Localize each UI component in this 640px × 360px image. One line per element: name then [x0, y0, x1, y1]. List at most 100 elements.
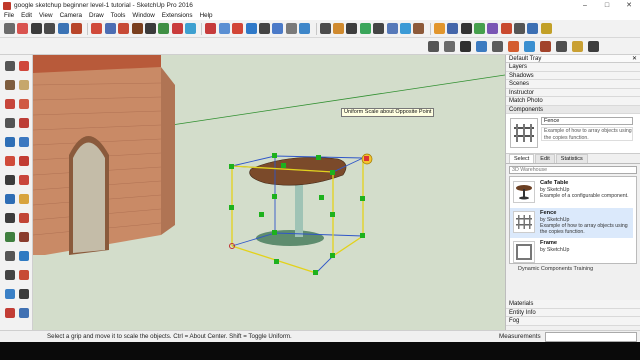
toolbar-tool-icon[interactable]	[245, 23, 257, 34]
toolbar-tool-icon[interactable]	[386, 23, 398, 34]
toolbar-tool-icon[interactable]	[540, 23, 552, 34]
toolbar-tool-icon[interactable]	[346, 23, 358, 34]
large-toolset-icon[interactable]	[19, 99, 29, 109]
menu-window[interactable]: Window	[132, 12, 154, 19]
toolbar-tool-icon[interactable]	[118, 23, 130, 34]
menu-draw[interactable]: Draw	[89, 12, 104, 19]
section-fog[interactable]: Fog	[506, 317, 640, 326]
view-tool-icon[interactable]	[588, 41, 599, 52]
large-toolset-icon[interactable]	[5, 232, 15, 242]
maximize-button[interactable]: □	[596, 0, 618, 11]
toolbar-tool-icon[interactable]	[272, 23, 284, 34]
toolbar-tool-icon[interactable]	[319, 23, 331, 34]
view-tool-icon[interactable]	[556, 41, 567, 52]
large-toolset-icon[interactable]	[5, 289, 15, 299]
toolbar-tool-icon[interactable]	[232, 23, 244, 34]
warehouse-search-input[interactable]: 3D Warehouse	[509, 166, 637, 174]
large-toolset-icon[interactable]	[5, 99, 15, 109]
toolbar-tool-icon[interactable]	[332, 23, 344, 34]
large-toolset-icon[interactable]	[19, 289, 29, 299]
toolbar-tool-icon[interactable]	[44, 23, 56, 34]
toolbar-tool-icon[interactable]	[373, 23, 385, 34]
large-toolset-icon[interactable]	[5, 175, 15, 185]
toolbar-tool-icon[interactable]	[70, 23, 82, 34]
section-layers[interactable]: Layers	[506, 63, 640, 72]
toolbar-tool-icon[interactable]	[433, 23, 445, 34]
toolbar-tool-icon[interactable]	[460, 23, 472, 34]
toolbar-tool-icon[interactable]	[299, 23, 311, 34]
tab-edit[interactable]: Edit	[535, 154, 555, 163]
section-components[interactable]: Components	[506, 105, 640, 114]
tab-statistics[interactable]: Statistics	[555, 154, 588, 163]
large-toolset-icon[interactable]	[19, 156, 29, 166]
menu-help[interactable]: Help	[200, 12, 213, 19]
view-tool-icon[interactable]	[476, 41, 487, 52]
component-name-field[interactable]: Fence	[541, 117, 633, 125]
toolbar-tool-icon[interactable]	[30, 23, 42, 34]
large-toolset-icon[interactable]	[19, 308, 29, 318]
menu-tools[interactable]: Tools	[111, 12, 126, 19]
menu-view[interactable]: View	[39, 12, 53, 19]
large-toolset-icon[interactable]	[19, 80, 29, 90]
large-toolset-icon[interactable]	[19, 270, 29, 280]
menu-extensions[interactable]: Extensions	[162, 12, 193, 19]
measurements-input[interactable]	[545, 332, 637, 342]
list-item-fence[interactable]: Fence by SketchUp Example of how to array…	[510, 208, 633, 238]
pin-icon[interactable]: ✕	[632, 55, 637, 63]
section-instructor[interactable]: Instructor	[506, 88, 640, 97]
toolbar-tool-icon[interactable]	[205, 23, 217, 34]
toolbar-tool-icon[interactable]	[487, 23, 499, 34]
large-toolset-icon[interactable]	[5, 156, 15, 166]
toolbar-tool-icon[interactable]	[57, 23, 69, 34]
menu-file[interactable]: File	[4, 12, 14, 19]
section-shadows[interactable]: Shadows	[506, 71, 640, 80]
section-match-photo[interactable]: Match Photo	[506, 97, 640, 106]
toolbar-tool-icon[interactable]	[91, 23, 103, 34]
toolbar-tool-icon[interactable]	[473, 23, 485, 34]
toolbar-tool-icon[interactable]	[413, 23, 425, 34]
close-button[interactable]: ✕	[618, 0, 640, 11]
toolbar-tool-icon[interactable]	[447, 23, 459, 34]
list-item-frame[interactable]: Frame by SketchUp	[510, 238, 633, 264]
large-toolset-icon[interactable]	[5, 80, 15, 90]
large-toolset-icon[interactable]	[5, 213, 15, 223]
view-tool-icon[interactable]	[572, 41, 583, 52]
model-viewport[interactable]	[33, 55, 505, 330]
section-entity-info[interactable]: Entity Info	[506, 308, 640, 317]
view-tool-icon[interactable]	[508, 41, 519, 52]
toolbar-tool-icon[interactable]	[359, 23, 371, 34]
view-tool-icon[interactable]	[444, 41, 455, 52]
large-toolset-icon[interactable]	[19, 194, 29, 204]
view-tool-icon[interactable]	[524, 41, 535, 52]
toolbar-tool-icon[interactable]	[527, 23, 539, 34]
toolbar-tool-icon[interactable]	[158, 23, 170, 34]
view-tool-icon[interactable]	[492, 41, 503, 52]
large-toolset-icon[interactable]	[19, 213, 29, 223]
large-toolset-icon[interactable]	[19, 251, 29, 261]
toolbar-tool-icon[interactable]	[285, 23, 297, 34]
toolbar-tool-icon[interactable]	[185, 23, 197, 34]
toolbar-tool-icon[interactable]	[514, 23, 526, 34]
large-toolset-icon[interactable]	[5, 194, 15, 204]
toolbar-tool-icon[interactable]	[399, 23, 411, 34]
toolbar-tool-icon[interactable]	[218, 23, 230, 34]
large-toolset-icon[interactable]	[19, 137, 29, 147]
section-materials[interactable]: Materials	[506, 300, 640, 309]
large-toolset-icon[interactable]	[5, 61, 15, 71]
view-tool-icon[interactable]	[428, 41, 439, 52]
toolbar-tool-icon[interactable]	[4, 23, 15, 34]
list-item-cafe-table[interactable]: Cafe Table by SketchUp Example of a confi…	[510, 178, 633, 208]
menu-camera[interactable]: Camera	[60, 12, 82, 19]
large-toolset-icon[interactable]	[5, 137, 15, 147]
large-toolset-icon[interactable]	[5, 251, 15, 261]
toolbar-tool-icon[interactable]	[500, 23, 512, 34]
large-toolset-icon[interactable]	[19, 118, 29, 128]
large-toolset-icon[interactable]	[19, 232, 29, 242]
component-description-field[interactable]: Example of how to array objects using th…	[541, 127, 633, 141]
section-scenes[interactable]: Scenes	[506, 80, 640, 89]
large-toolset-icon[interactable]	[5, 118, 15, 128]
view-tool-icon[interactable]	[540, 41, 551, 52]
toolbar-tool-icon[interactable]	[17, 23, 29, 34]
large-toolset-icon[interactable]	[19, 175, 29, 185]
toolbar-tool-icon[interactable]	[131, 23, 143, 34]
